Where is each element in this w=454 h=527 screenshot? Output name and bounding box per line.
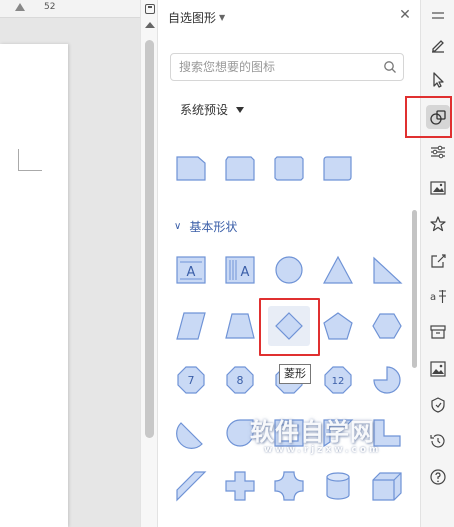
watermark-text: 软件自学网 xyxy=(250,418,375,446)
shape-dodecagon[interactable]: 12 xyxy=(322,364,354,396)
dropdown-arrow-icon xyxy=(236,106,245,113)
save-icon[interactable] xyxy=(145,4,155,14)
search-icon[interactable] xyxy=(383,60,397,74)
shape-heptagon[interactable]: 7 xyxy=(175,364,207,396)
section-label: 基本形状 xyxy=(189,220,238,234)
archive-icon[interactable] xyxy=(426,320,450,344)
shape-text-box[interactable]: A xyxy=(175,254,207,286)
shape-octagon[interactable]: 8 xyxy=(224,364,256,396)
preset-label: 系统预设 xyxy=(180,103,229,117)
octagon-label-8: 8 xyxy=(237,374,244,387)
document-page[interactable] xyxy=(0,44,68,527)
shape-tooltip: 菱形 xyxy=(279,364,311,384)
octagon-label-12: 12 xyxy=(332,376,345,387)
watermark-url: www.rjzxw.com xyxy=(264,445,382,455)
shape-cube[interactable] xyxy=(371,470,403,502)
history-icon[interactable] xyxy=(426,429,450,453)
octagon-label-7: 7 xyxy=(188,374,195,387)
selection-highlight-box xyxy=(259,298,320,356)
shape-plaque[interactable] xyxy=(273,470,305,502)
image-gallery-icon[interactable] xyxy=(426,176,450,200)
shape-pie[interactable] xyxy=(371,364,403,396)
scroll-up-arrow-icon[interactable] xyxy=(145,22,155,28)
panel-title-text: 自选图形 xyxy=(168,11,217,25)
chevron-down-icon: ▼ xyxy=(219,13,226,22)
shape-right-triangle[interactable] xyxy=(371,254,403,286)
document-area: 52 xyxy=(0,0,140,527)
ruler-number: 52 xyxy=(44,2,56,12)
shape-diagonal-stripe[interactable] xyxy=(175,470,207,502)
toolbar-highlight-box xyxy=(405,96,452,138)
right-toolbar: a xyxy=(420,0,454,527)
menu-icon[interactable] xyxy=(426,4,450,28)
shape-trapezoid[interactable] xyxy=(224,310,256,342)
panel-scrollbar-thumb[interactable] xyxy=(412,210,417,368)
star-icon[interactable] xyxy=(426,212,450,236)
shape-pentagon[interactable] xyxy=(322,310,354,342)
shape-snip-two-corner-rectangle[interactable] xyxy=(224,152,256,184)
shield-icon[interactable] xyxy=(426,393,450,417)
shape-plus[interactable] xyxy=(224,470,256,502)
panel-title[interactable]: 自选图形 ▼ xyxy=(168,9,225,26)
ruler: 52 xyxy=(0,0,140,18)
preset-dropdown[interactable]: 系统预设 xyxy=(180,101,245,118)
cursor-icon[interactable] xyxy=(426,68,450,92)
shape-oval[interactable] xyxy=(273,254,305,286)
ruler-indent-marker[interactable] xyxy=(15,3,25,11)
shape-round-snip-rectangle[interactable] xyxy=(322,152,354,184)
svg-text:a: a xyxy=(430,292,436,303)
document-scrollbar[interactable] xyxy=(140,0,158,527)
help-icon[interactable] xyxy=(426,465,450,489)
section-basic-shapes[interactable]: ∨ 基本形状 xyxy=(174,218,237,235)
picture-icon[interactable] xyxy=(426,357,450,381)
search-input[interactable] xyxy=(179,58,375,76)
page-margin-corner xyxy=(18,149,42,171)
search-box xyxy=(170,53,404,81)
shape-vertical-text-box[interactable]: A xyxy=(224,254,256,286)
shape-can[interactable] xyxy=(322,470,354,502)
close-icon[interactable]: ✕ xyxy=(398,8,412,22)
shapes-panel: 自选图形 ▼ ✕ 系统预设 ∨ 基本形状 A xyxy=(158,0,420,527)
shape-snip-corner-rectangle[interactable] xyxy=(175,152,207,184)
shape-snip-diagonal-rectangle[interactable] xyxy=(273,152,305,184)
scrollbar-thumb[interactable] xyxy=(145,40,154,438)
pen-icon[interactable] xyxy=(426,33,450,57)
svg-text:A: A xyxy=(187,265,196,280)
shape-isosceles-triangle[interactable] xyxy=(322,254,354,286)
svg-text:A: A xyxy=(241,265,250,280)
chevron-down-icon: ∨ xyxy=(174,221,182,232)
translate-icon[interactable]: a xyxy=(426,284,450,308)
share-icon[interactable] xyxy=(426,249,450,273)
shape-hexagon[interactable] xyxy=(371,310,403,342)
shape-parallelogram[interactable] xyxy=(175,310,207,342)
sliders-icon[interactable] xyxy=(426,140,450,164)
shape-chord[interactable] xyxy=(175,417,207,449)
